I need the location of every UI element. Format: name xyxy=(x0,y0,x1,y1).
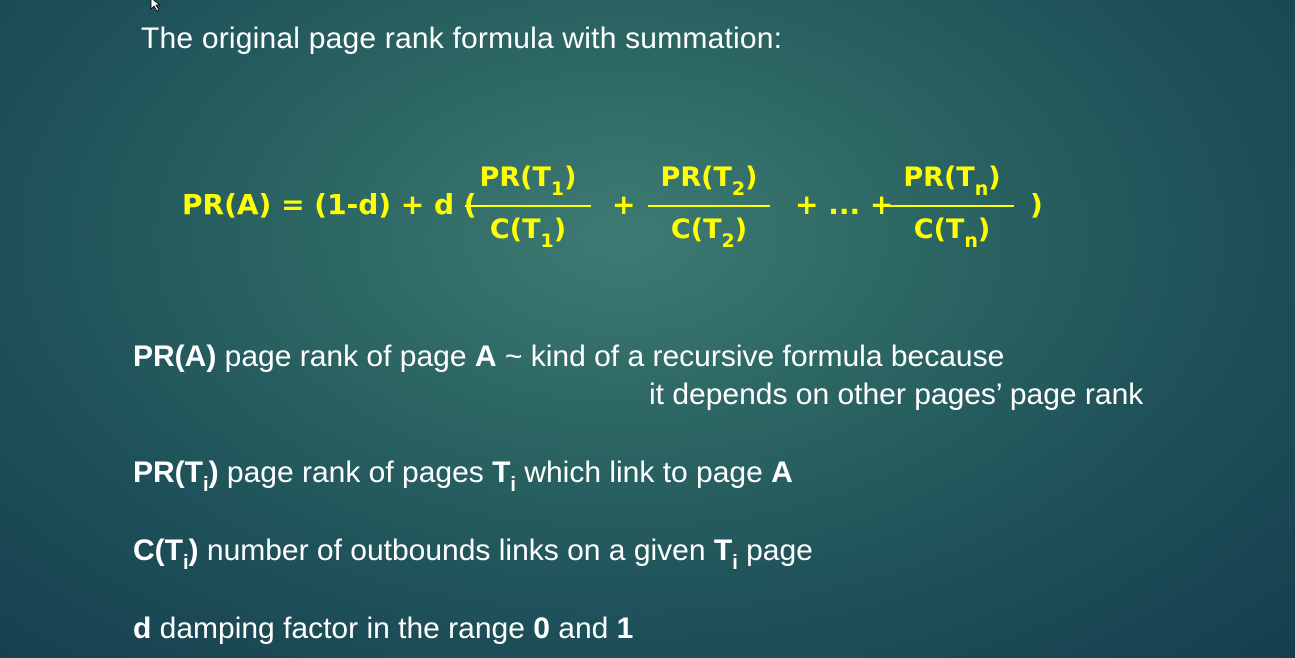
definition-pra-continued: it depends on other pages’ page rank xyxy=(649,378,1144,411)
definition-d: d damping factor in the range 0 and 1 xyxy=(133,612,634,645)
mouse-cursor-icon xyxy=(150,0,162,12)
fraction-n-bar xyxy=(890,205,1014,207)
definition-prti: PR(Ti) page rank of pages Ti which link … xyxy=(133,456,793,496)
fraction-2-numerator: PR(T2) xyxy=(660,162,758,200)
fraction-n-denominator: C(Tn) xyxy=(913,214,991,252)
definition-pra: PR(A) page rank of page A ~ kind of a re… xyxy=(133,340,1005,373)
formula-plus: + xyxy=(612,188,636,221)
fraction-2-denominator: C(T2) xyxy=(670,214,748,252)
formula-close-paren: ) xyxy=(1030,188,1043,221)
fraction-2-bar xyxy=(648,205,770,207)
fraction-n-numerator: PR(Tn) xyxy=(903,162,1001,200)
slide-title: The original page rank formula with summ… xyxy=(141,22,783,55)
fraction-1-denominator: C(T1) xyxy=(489,214,567,252)
fraction-1-bar xyxy=(465,205,591,207)
fraction-1-numerator: PR(T1) xyxy=(479,162,577,200)
definition-cti: C(Ti) number of outbounds links on a giv… xyxy=(133,534,813,574)
formula-ellipsis: + ... + xyxy=(795,188,894,221)
formula-lhs: PR(A) = (1-d) + d ( xyxy=(182,188,477,221)
